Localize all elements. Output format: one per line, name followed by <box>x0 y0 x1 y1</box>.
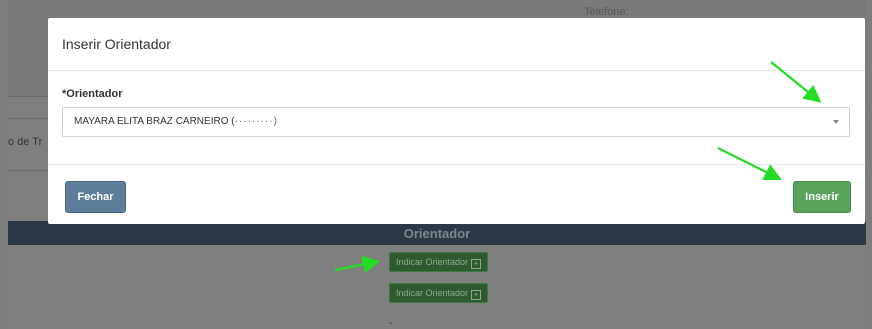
insert-advisor-modal: Inserir Orientador *Orientador MAYARA EL… <box>48 18 865 224</box>
modal-footer: Fechar Inserir <box>48 164 865 225</box>
indicate-advisor-button[interactable]: Indicar Orientador + <box>389 252 489 272</box>
close-button[interactable]: Fechar <box>65 181 126 213</box>
modal-header: Inserir Orientador <box>48 18 865 71</box>
placeholder-dash: - <box>389 318 393 329</box>
advisor-name: MAYARA ELITA BRAZ CARNEIRO ( <box>74 116 235 127</box>
advisor-select[interactable]: MAYARA ELITA BRAZ CARNEIRO (·········) <box>62 107 850 137</box>
indicate-advisor-button[interactable]: Indicar Orientador + <box>389 283 489 303</box>
advisor-field-label: *Orientador <box>62 88 123 100</box>
phone-label: Telefone: <box>584 6 629 18</box>
indicate-advisor-label: Indicar Orientador <box>396 288 469 298</box>
plus-square-icon: + <box>471 259 482 269</box>
insert-button[interactable]: Inserir <box>793 181 851 213</box>
modal-title: Inserir Orientador <box>62 36 171 52</box>
plus-square-icon: + <box>471 290 482 300</box>
indicate-advisor-label: Indicar Orientador <box>396 257 469 267</box>
advisor-select-value: MAYARA ELITA BRAZ CARNEIRO (·········) <box>74 116 278 127</box>
advisor-masked-id: ·········) <box>234 116 278 127</box>
section-title: Orientador <box>403 226 471 241</box>
chevron-down-icon[interactable] <box>833 120 839 124</box>
background-label: o de Tr <box>8 136 43 148</box>
